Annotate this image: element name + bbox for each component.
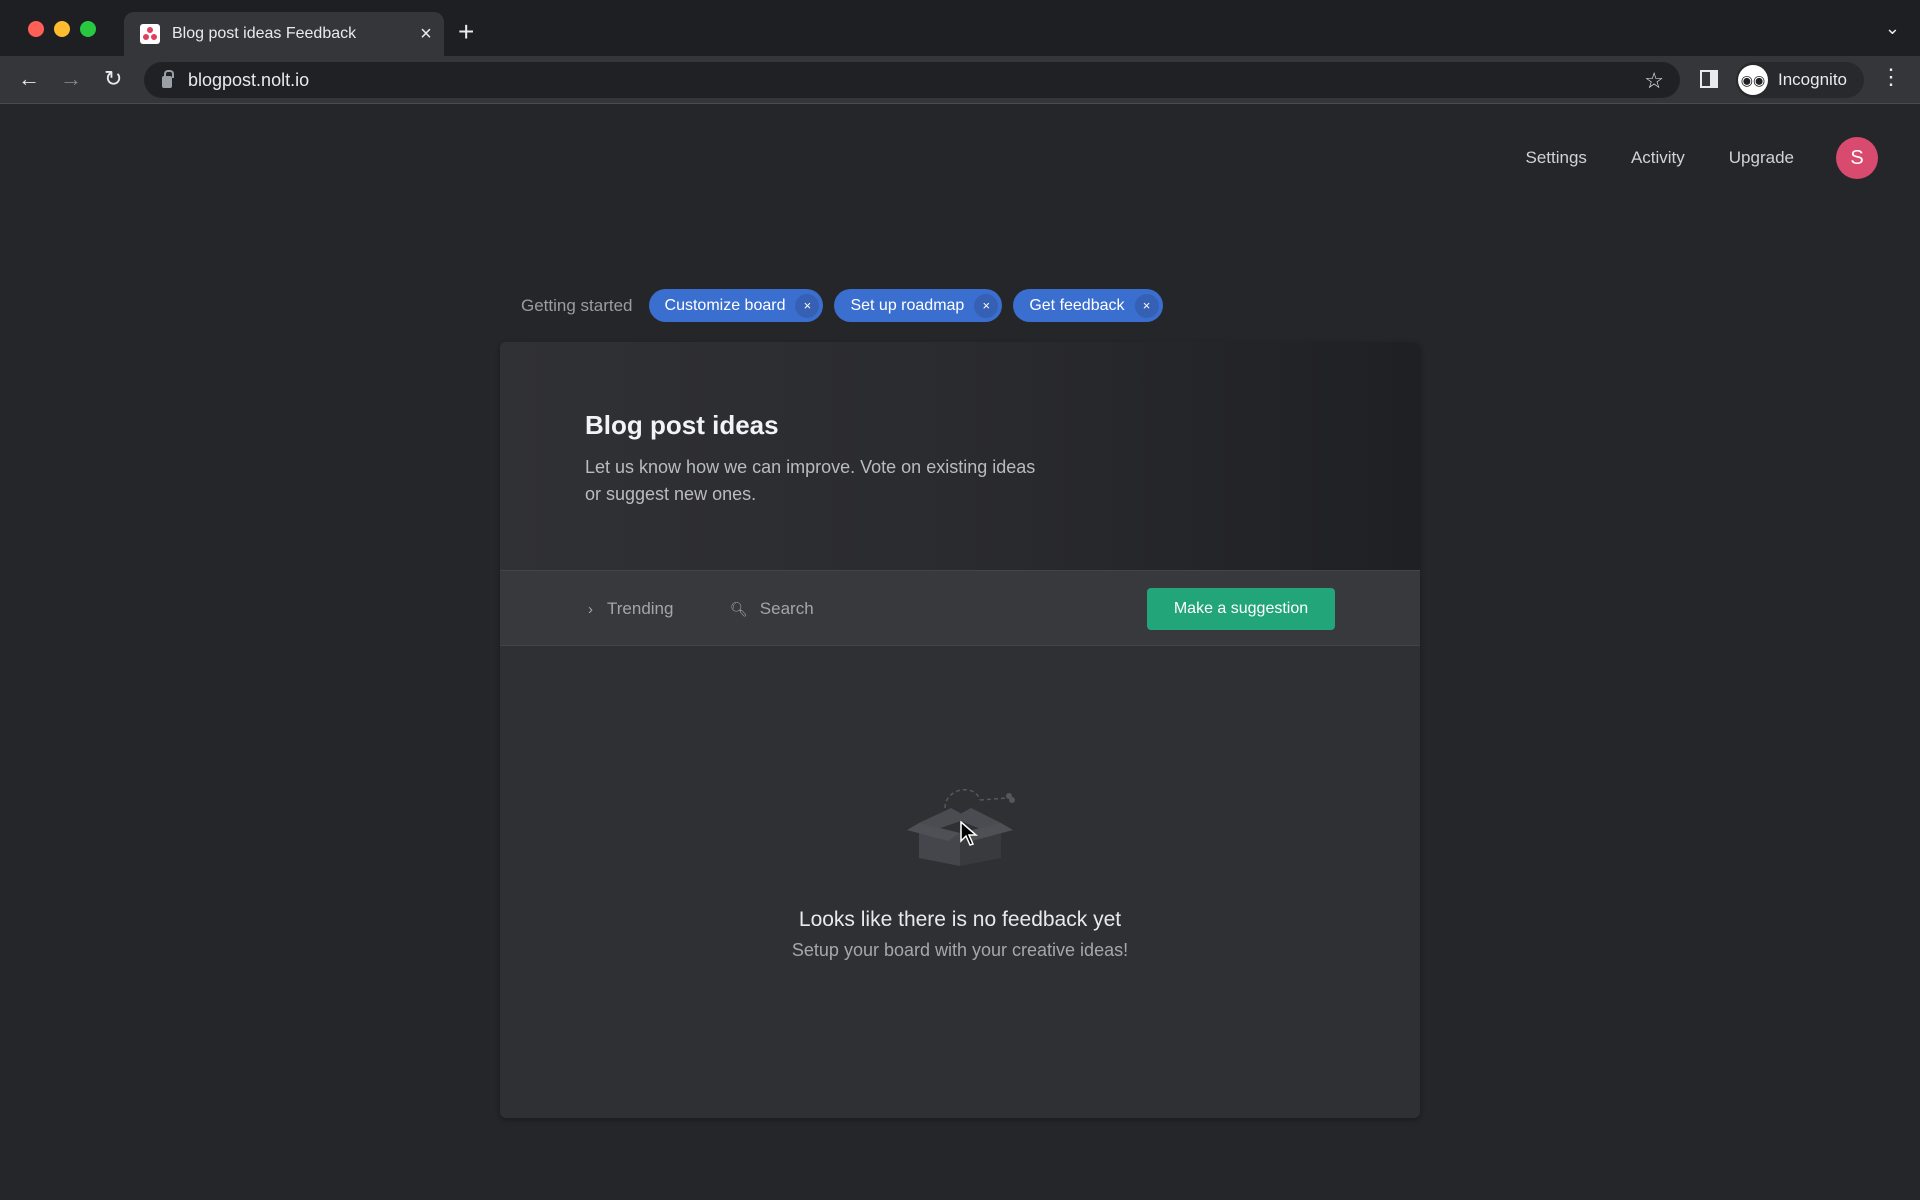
nolt-favicon-icon: [140, 24, 160, 44]
nav-settings[interactable]: Settings: [1526, 148, 1587, 168]
browser-toolbar: ← → ↻ blogpost.nolt.io ☆ ◉◉ Incognito ⋮: [0, 56, 1920, 104]
incognito-label: Incognito: [1778, 70, 1847, 89]
sort-dropdown[interactable]: › Trending: [588, 599, 673, 619]
board-title: Blog post ideas: [585, 410, 779, 440]
back-arrow-icon[interactable]: ←: [18, 66, 40, 92]
mouse-cursor-icon: [960, 821, 978, 846]
make-suggestion-button[interactable]: Make a suggestion: [1147, 588, 1335, 630]
chip-label: Set up roadmap: [850, 296, 965, 314]
tab-search-chevron-icon[interactable]: ⌄: [1885, 18, 1900, 39]
window-maximize-button[interactable]: [80, 21, 96, 37]
board-description: Let us know how we can improve. Vote on …: [585, 457, 1036, 504]
tab-title: Blog post ideas Feedback: [172, 25, 357, 42]
tab-close-icon[interactable]: ×: [408, 23, 444, 46]
browser-menu-icon[interactable]: ⋮: [1880, 64, 1902, 90]
board-header: Blog post ideas Let us know how we can i…: [500, 342, 1420, 570]
chip-set-up-roadmap[interactable]: Set up roadmap ×: [834, 289, 1003, 322]
lock-icon: [162, 70, 174, 88]
chip-close-icon[interactable]: ×: [974, 293, 999, 318]
search-icon: 🔍︎: [730, 600, 748, 617]
empty-state-title: Looks like there is no feedback yet: [798, 908, 1122, 931]
sort-label: Trending: [607, 599, 674, 618]
window-close-button[interactable]: [28, 21, 44, 37]
user-avatar[interactable]: S: [1836, 137, 1878, 179]
search-placeholder: Search: [759, 599, 814, 618]
getting-started-label: Getting started: [521, 295, 633, 315]
chip-get-feedback[interactable]: Get feedback ×: [1013, 289, 1163, 322]
reload-icon[interactable]: ↻: [104, 66, 122, 92]
getting-started-bar: Getting started Customize board × Set up…: [521, 289, 1174, 322]
new-tab-button[interactable]: +: [458, 16, 474, 48]
incognito-profile-button[interactable]: ◉◉ Incognito: [1736, 62, 1864, 98]
chip-close-icon[interactable]: ×: [795, 293, 820, 318]
top-nav: Settings Activity Upgrade S: [1482, 137, 1878, 179]
forward-arrow-icon[interactable]: →: [60, 66, 82, 92]
side-panel-icon[interactable]: [1700, 70, 1718, 88]
window-minimize-button[interactable]: [54, 21, 70, 37]
search-field[interactable]: 🔍︎ Search: [730, 599, 814, 619]
empty-state-subtitle: Setup your board with your creative idea…: [791, 940, 1129, 960]
chevron-right-icon: ›: [588, 600, 593, 618]
browser-tab-strip: Blog post ideas Feedback × + ⌄: [0, 0, 1920, 56]
url-text[interactable]: blogpost.nolt.io: [188, 70, 309, 91]
chip-label: Get feedback: [1029, 296, 1125, 314]
board-card: Blog post ideas Let us know how we can i…: [500, 342, 1420, 1118]
page: Settings Activity Upgrade S Getting star…: [0, 105, 1920, 1200]
board-toolbar: › Trending 🔍︎ Search Make a suggestion: [500, 570, 1420, 646]
chip-label: Customize board: [664, 296, 786, 314]
chip-close-icon[interactable]: ×: [1134, 293, 1159, 318]
empty-state: Looks like there is no feedback yet Setu…: [500, 646, 1420, 1118]
nav-upgrade[interactable]: Upgrade: [1729, 148, 1794, 168]
bookmark-star-icon[interactable]: ☆: [1644, 68, 1664, 94]
incognito-icon: ◉◉: [1738, 65, 1768, 95]
chip-customize-board[interactable]: Customize board ×: [648, 289, 824, 322]
browser-tab[interactable]: Blog post ideas Feedback ×: [124, 12, 444, 56]
address-bar[interactable]: blogpost.nolt.io ☆: [144, 62, 1680, 98]
nav-activity[interactable]: Activity: [1631, 148, 1685, 168]
